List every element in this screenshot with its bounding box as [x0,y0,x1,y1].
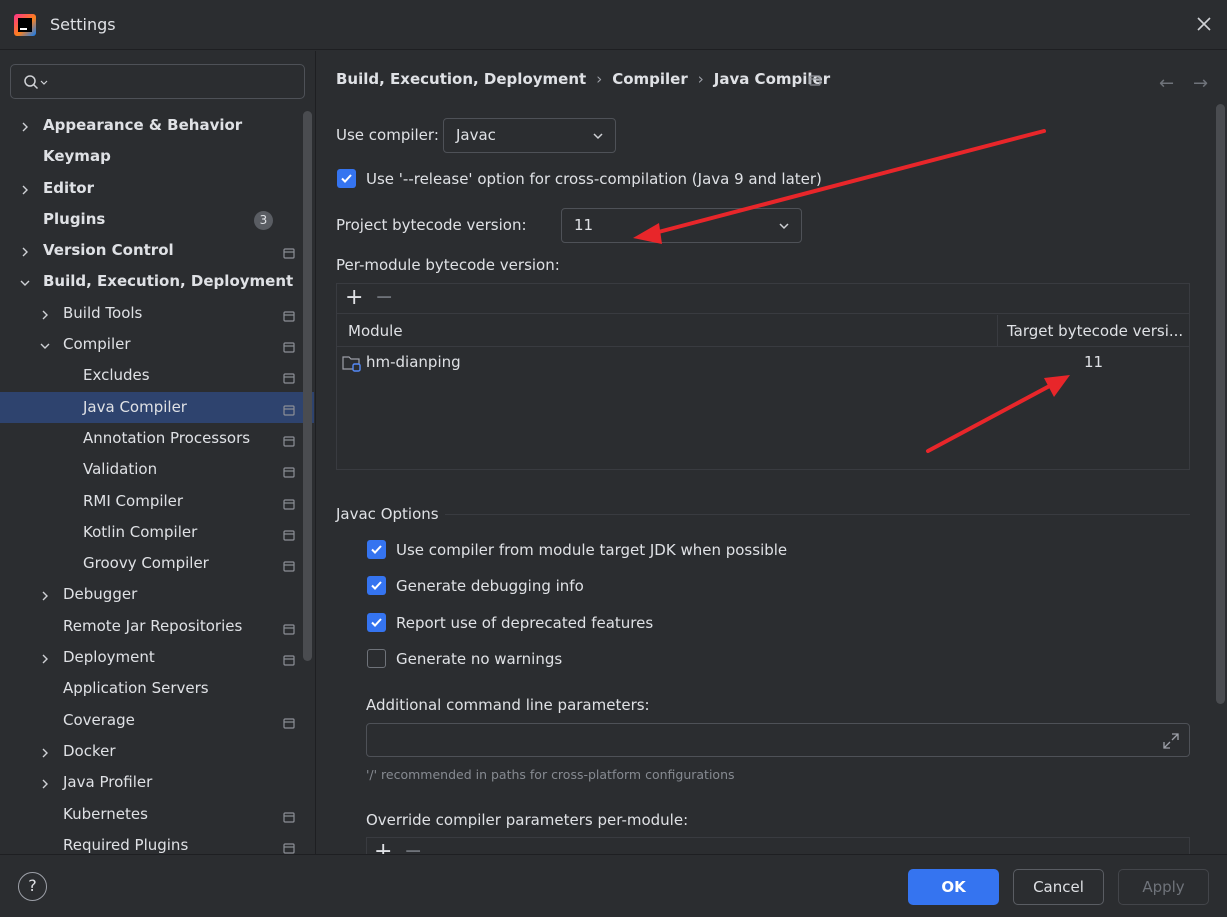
project-level-icon [283,496,295,514]
dialog-footer: ? OK Cancel Apply [0,854,1227,917]
sidebar-item-kotlin-compiler[interactable]: Kotlin Compiler [0,517,314,548]
window-title: Settings [50,15,116,34]
sidebar-item-compiler[interactable]: Compiler [0,329,314,360]
chevron-right-icon[interactable] [39,588,51,601]
sidebar-item-rmi-compiler[interactable]: RMI Compiler [0,486,314,517]
sidebar-item-java-profiler[interactable]: Java Profiler [0,767,314,798]
sidebar-item-label: Java Profiler [63,773,153,792]
sidebar-item-application-servers[interactable]: Application Servers [0,673,314,704]
project-level-icon [283,652,295,670]
help-button[interactable]: ? [18,872,47,901]
sidebar-item-label: Validation [83,460,158,479]
sidebar-item-build-execution-deployment[interactable]: Build, Execution, Deployment [0,266,314,297]
sidebar-item-label: Kubernetes [63,804,148,823]
sidebar-item-label: Plugins [43,209,106,228]
sidebar-item-label: Build, Execution, Deployment [43,272,294,291]
intellij-logo-icon [14,14,36,36]
chevron-right-icon[interactable] [39,776,51,789]
sidebar-item-label: Kotlin Compiler [83,522,198,541]
sidebar-item-debugger[interactable]: Debugger [0,579,314,610]
chevron-right-icon[interactable] [19,244,31,257]
sidebar-item-label: Remote Jar Repositories [63,616,243,635]
sidebar-item-excludes[interactable]: Excludes [0,360,314,391]
sidebar-item-label: Build Tools [63,303,143,322]
annotation-arrow-bytecode [633,129,1046,244]
search-icon [24,75,48,90]
search-field[interactable] [10,64,305,99]
sidebar-item-label: Docker [63,741,116,760]
annotation-arrow-module [926,375,1070,453]
annotation-arrows [633,129,1070,453]
sidebar-item-annotation-processors[interactable]: Annotation Processors [0,423,314,454]
sidebar-item-label: Debugger [63,585,138,604]
project-level-icon [283,621,295,639]
project-level-icon [283,809,295,827]
sidebar-item-label: RMI Compiler [83,491,184,510]
chevron-down-icon[interactable] [19,275,31,287]
sidebar-item-label: Required Plugins [63,835,189,854]
sidebar-item-appearance-behavior[interactable]: Appearance & Behavior [0,110,314,141]
apply-button[interactable]: Apply [1118,869,1209,905]
ok-button[interactable]: OK [908,869,999,905]
cancel-button[interactable]: Cancel [1013,869,1104,905]
sidebar-item-label: Keymap [43,147,111,166]
sidebar-item-editor[interactable]: Editor [0,173,314,204]
sidebar-item-kubernetes[interactable]: Kubernetes [0,799,314,830]
sidebar-item-label: Compiler [63,335,131,354]
sidebar-item-deployment[interactable]: Deployment [0,642,314,673]
title-bar: Settings [0,0,1227,50]
project-level-icon [283,840,295,854]
sidebar-item-plugins[interactable]: Plugins 3 [0,204,314,235]
project-level-icon [283,558,295,576]
main-panel: Build, Execution, Deployment › Compiler › Ja… [317,51,1227,854]
sidebar-item-label: Coverage [63,710,135,729]
sidebar-item-label: Editor [43,178,94,197]
chevron-right-icon[interactable] [19,182,31,195]
sidebar-item-required-plugins[interactable]: Required Plugins [0,830,314,854]
project-level-icon [283,245,295,263]
chevron-down-icon[interactable] [39,338,51,350]
chevron-right-icon[interactable] [19,119,31,132]
sidebar-item-build-tools[interactable]: Build Tools [0,298,314,329]
settings-sidebar: Appearance & Behavior Keymap Editor Plugins… [0,51,316,854]
sidebar-item-label: Appearance & Behavior [43,116,243,134]
chevron-right-icon[interactable] [39,745,51,758]
sidebar-scrollbar[interactable] [303,111,312,661]
search-input[interactable] [57,71,297,93]
update-count-badge: 3 [254,210,273,230]
sidebar-item-keymap[interactable]: Keymap [0,141,314,172]
sidebar-item-label: Groovy Compiler [83,554,209,573]
sidebar-item-coverage[interactable]: Coverage [0,705,314,736]
sidebar-item-label: Version Control [43,241,174,260]
sidebar-item-label: Excludes [83,366,150,385]
sidebar-item-java-compiler[interactable]: Java Compiler [0,391,314,423]
sidebar-item-docker[interactable]: Docker [0,736,314,767]
project-level-icon [283,464,295,482]
project-level-icon [283,308,295,326]
sidebar-item-remote-jar-repositories[interactable]: Remote Jar Repositories [0,611,314,642]
settings-tree: Appearance & Behavior Keymap Editor Plugins… [0,110,314,854]
sidebar-item-label: Application Servers [63,679,209,698]
sidebar-item-version-control[interactable]: Version Control [0,235,314,266]
sidebar-item-label: Annotation Processors [83,428,251,447]
project-level-icon [283,339,295,357]
chevron-right-icon[interactable] [39,307,51,320]
chevron-right-icon[interactable] [39,651,51,664]
sidebar-item-groovy-compiler[interactable]: Groovy Compiler [0,548,314,579]
close-icon[interactable] [1193,13,1215,35]
project-level-icon [283,527,295,545]
project-level-icon [283,370,295,388]
sidebar-item-validation[interactable]: Validation [0,454,314,485]
project-level-icon [283,433,295,451]
project-level-icon [283,715,295,733]
project-level-icon [283,402,295,420]
sidebar-item-label: Deployment [63,648,155,667]
sidebar-item-label: Java Compiler [83,397,187,416]
